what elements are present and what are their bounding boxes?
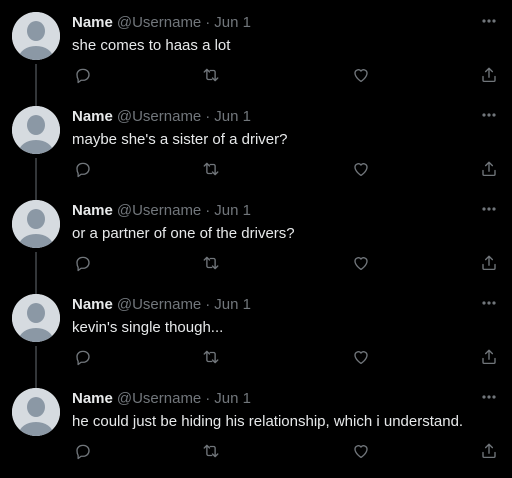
- avatar[interactable]: [12, 388, 60, 436]
- heart-icon: [354, 69, 368, 83]
- tweet-actions: [72, 252, 500, 274]
- share-icon: [482, 349, 496, 365]
- timestamp[interactable]: Jun 1: [214, 108, 251, 125]
- tweet[interactable]: Name @Username · Jun 1 he could just be …: [0, 376, 512, 470]
- reply-button[interactable]: [72, 158, 94, 180]
- retweet-button[interactable]: [200, 346, 222, 368]
- more-horizontal-icon: [482, 395, 496, 399]
- tweet[interactable]: Name @Username · Jun 1 she comes to haas…: [0, 0, 512, 106]
- more-options-button[interactable]: [478, 200, 500, 218]
- more-horizontal-icon: [482, 207, 496, 211]
- default-avatar-icon: [12, 294, 60, 342]
- tweet-actions: [72, 64, 500, 86]
- tweet-thread: Name @Username · Jun 1 she comes to haas…: [0, 0, 512, 478]
- separator-dot: ·: [205, 201, 211, 219]
- retweet-icon: [203, 350, 219, 364]
- more-options-button[interactable]: [478, 388, 500, 406]
- default-avatar-icon: [12, 12, 60, 60]
- retweet-button[interactable]: [200, 440, 222, 462]
- separator-dot: ·: [205, 107, 211, 125]
- username[interactable]: @Username: [117, 390, 201, 407]
- more-options-button[interactable]: [478, 294, 500, 312]
- separator-dot: ·: [205, 389, 211, 407]
- reply-icon: [76, 350, 90, 366]
- like-button[interactable]: [350, 64, 372, 86]
- tweet-actions: [72, 440, 500, 462]
- more-horizontal-icon: [482, 19, 496, 23]
- share-button[interactable]: [478, 64, 500, 86]
- share-button[interactable]: [478, 440, 500, 462]
- retweet-icon: [203, 162, 219, 176]
- timestamp[interactable]: Jun 1: [214, 296, 251, 313]
- tweet[interactable]: Name @Username · Jun 1 or a partner of o…: [0, 188, 512, 294]
- default-avatar-icon: [12, 106, 60, 154]
- timestamp[interactable]: Jun 1: [214, 14, 251, 31]
- separator-dot: ·: [205, 13, 211, 31]
- tweet-text: or a partner of one of the drivers?: [72, 225, 295, 242]
- more-options-button[interactable]: [478, 12, 500, 30]
- avatar[interactable]: [12, 106, 60, 154]
- like-button[interactable]: [350, 440, 372, 462]
- reply-icon: [76, 256, 90, 272]
- reply-button[interactable]: [72, 64, 94, 86]
- heart-icon: [354, 445, 368, 459]
- share-icon: [482, 255, 496, 271]
- tweet-text: kevin's single though...: [72, 319, 224, 336]
- tweet-actions: [72, 158, 500, 180]
- retweet-icon: [203, 444, 219, 458]
- display-name[interactable]: Name: [72, 108, 113, 125]
- username[interactable]: @Username: [117, 296, 201, 313]
- display-name[interactable]: Name: [72, 296, 113, 313]
- retweet-icon: [203, 68, 219, 82]
- reply-icon: [76, 162, 90, 178]
- reply-button[interactable]: [72, 252, 94, 274]
- username[interactable]: @Username: [117, 14, 201, 31]
- share-button[interactable]: [478, 158, 500, 180]
- more-horizontal-icon: [482, 301, 496, 305]
- more-horizontal-icon: [482, 113, 496, 117]
- default-avatar-icon: [12, 388, 60, 436]
- reply-button[interactable]: [72, 440, 94, 462]
- retweet-icon: [203, 256, 219, 270]
- timestamp[interactable]: Jun 1: [214, 390, 251, 407]
- reply-icon: [76, 68, 90, 84]
- display-name[interactable]: Name: [72, 202, 113, 219]
- like-button[interactable]: [350, 158, 372, 180]
- share-button[interactable]: [478, 252, 500, 274]
- reply-icon: [76, 444, 90, 460]
- username[interactable]: @Username: [117, 108, 201, 125]
- more-options-button[interactable]: [478, 106, 500, 124]
- retweet-button[interactable]: [200, 64, 222, 86]
- display-name[interactable]: Name: [72, 14, 113, 31]
- avatar[interactable]: [12, 294, 60, 342]
- like-button[interactable]: [350, 252, 372, 274]
- avatar[interactable]: [12, 200, 60, 248]
- reply-button[interactable]: [72, 346, 94, 368]
- display-name[interactable]: Name: [72, 390, 113, 407]
- tweet-text: she comes to haas a lot: [72, 37, 231, 54]
- tweet[interactable]: Name @Username · Jun 1 kevin's single th…: [0, 282, 512, 388]
- separator-dot: ·: [205, 295, 211, 313]
- heart-icon: [354, 163, 368, 177]
- share-icon: [482, 443, 496, 459]
- tweet-actions: [72, 346, 500, 368]
- timestamp[interactable]: Jun 1: [214, 202, 251, 219]
- share-icon: [482, 67, 496, 83]
- share-button[interactable]: [478, 346, 500, 368]
- like-button[interactable]: [350, 346, 372, 368]
- retweet-button[interactable]: [200, 252, 222, 274]
- heart-icon: [354, 351, 368, 365]
- tweet-text: he could just be hiding his relationship…: [72, 413, 464, 430]
- tweet-text: maybe she's a sister of a driver?: [72, 131, 288, 148]
- tweet[interactable]: Name @Username · Jun 1 maybe she's a sis…: [0, 94, 512, 200]
- avatar[interactable]: [12, 12, 60, 60]
- retweet-button[interactable]: [200, 158, 222, 180]
- default-avatar-icon: [12, 200, 60, 248]
- share-icon: [482, 161, 496, 177]
- heart-icon: [354, 257, 368, 271]
- username[interactable]: @Username: [117, 202, 201, 219]
